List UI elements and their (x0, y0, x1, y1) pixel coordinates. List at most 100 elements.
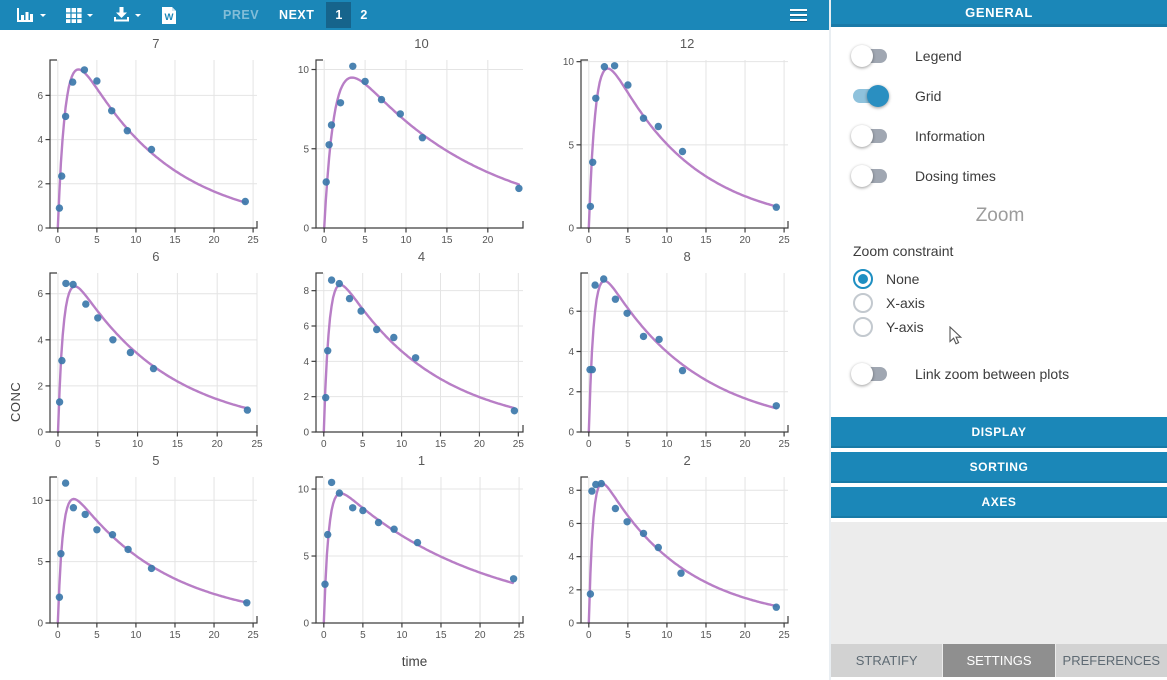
toggle-information-switch[interactable] (853, 129, 887, 143)
svg-text:20: 20 (208, 630, 220, 641)
toggle-information-label: Information (915, 128, 985, 144)
svg-text:2: 2 (569, 585, 575, 596)
svg-text:2: 2 (569, 387, 575, 398)
radio-icon (853, 269, 873, 289)
svg-text:15: 15 (169, 235, 181, 246)
radio-option-x-axis[interactable]: X-axis (853, 291, 1147, 315)
radio-option-none[interactable]: None (853, 267, 1147, 291)
svg-text:6: 6 (569, 307, 575, 318)
accordion-axes[interactable]: AXES (831, 487, 1167, 518)
chevron-down-icon (40, 14, 46, 20)
svg-text:20: 20 (474, 439, 486, 450)
plot-title: 5 (16, 451, 274, 470)
plot-5[interactable]: 05101520250510 (16, 470, 269, 642)
svg-text:20: 20 (740, 235, 752, 246)
svg-text:0: 0 (55, 630, 61, 641)
prev-button[interactable]: PREV (223, 8, 259, 22)
word-doc-icon: W (161, 6, 177, 25)
table-view-button[interactable] (66, 7, 93, 23)
toggle-information-knob (851, 125, 873, 147)
svg-text:25: 25 (512, 439, 524, 450)
table-grid-icon (66, 7, 82, 23)
menu-button[interactable] (790, 9, 807, 22)
accordion-sorting[interactable]: SORTING (831, 452, 1167, 483)
toggle-link-zoom-knob (851, 363, 873, 385)
toggle-information[interactable]: Information (853, 125, 1147, 147)
toggle-grid-switch[interactable] (853, 89, 887, 103)
plot-cell: 605101520250246 (16, 247, 274, 451)
svg-text:0: 0 (586, 630, 592, 641)
toggle-dosing-times-switch[interactable] (853, 169, 887, 183)
toggle-legend-switch[interactable] (853, 49, 887, 63)
svg-text:0: 0 (586, 439, 592, 450)
svg-text:8: 8 (569, 486, 575, 497)
plot-6[interactable]: 05101520250246 (16, 266, 269, 451)
toggle-dosing-times-knob (851, 165, 873, 187)
plot-title: 7 (16, 34, 274, 53)
word-export-button[interactable]: W (161, 6, 177, 25)
svg-text:15: 15 (435, 630, 447, 641)
svg-text:W: W (165, 12, 174, 23)
svg-text:2: 2 (37, 381, 43, 392)
page-button-2[interactable]: 2 (351, 2, 376, 28)
svg-text:5: 5 (95, 439, 101, 450)
plot-grid: 7051015202502461005101520051012051015202… (0, 30, 829, 642)
plot-4[interactable]: 051015202502468 (282, 266, 535, 451)
plot-10[interactable]: 051015200510 (282, 53, 535, 247)
svg-text:10: 10 (132, 439, 144, 450)
plot-cell: 4051015202502468 (282, 247, 540, 451)
svg-text:20: 20 (208, 235, 220, 246)
download-button[interactable] (113, 7, 141, 23)
toggle-link-zoom[interactable]: Link zoom between plots (853, 363, 1147, 385)
plot-1[interactable]: 05101520250510 (282, 470, 535, 642)
toggle-legend[interactable]: Legend (853, 45, 1147, 67)
svg-text:4: 4 (569, 552, 575, 563)
panel-body: Legend Grid Information Dosing times Zoom Z… (831, 27, 1167, 417)
svg-text:4: 4 (37, 335, 43, 346)
svg-text:10: 10 (662, 439, 674, 450)
svg-text:0: 0 (37, 428, 43, 439)
svg-text:4: 4 (569, 347, 575, 358)
app-root: W PREV NEXT 12 CONC 70510152025024610051… (0, 0, 1167, 680)
toggle-dosing-times[interactable]: Dosing times (853, 165, 1147, 187)
svg-text:10: 10 (130, 235, 142, 246)
chevron-down-icon (87, 14, 93, 20)
toggle-grid[interactable]: Grid (853, 85, 1147, 107)
svg-text:15: 15 (701, 235, 713, 246)
panel-header-general[interactable]: GENERAL (831, 0, 1167, 27)
zoom-section-title: Zoom (853, 205, 1147, 227)
tab-preferences[interactable]: PREFERENCES (1056, 644, 1167, 677)
plot-cell: 105101520250510 (282, 451, 540, 642)
svg-text:4: 4 (303, 357, 309, 368)
plot-2[interactable]: 051015202502468 (547, 470, 800, 642)
plot-12[interactable]: 05101520250510 (547, 53, 800, 247)
plot-title: 8 (547, 247, 805, 266)
page-button-1[interactable]: 1 (326, 2, 351, 28)
hamburger-icon (790, 19, 807, 22)
x-axis-label: time (0, 654, 829, 669)
tab-stratify[interactable]: STRATIFY (831, 644, 942, 677)
svg-text:15: 15 (441, 235, 453, 246)
svg-text:0: 0 (303, 224, 309, 235)
next-button[interactable]: NEXT (279, 8, 314, 22)
tab-settings[interactable]: SETTINGS (943, 644, 1054, 677)
svg-text:25: 25 (248, 630, 260, 641)
svg-text:0: 0 (37, 224, 43, 235)
plot-8[interactable]: 05101520250246 (547, 266, 800, 451)
svg-text:5: 5 (360, 439, 366, 450)
radio-label: None (886, 271, 919, 287)
svg-text:6: 6 (303, 322, 309, 333)
plot-7[interactable]: 05101520250246 (16, 53, 269, 247)
toggle-link-zoom-switch[interactable] (853, 367, 887, 381)
plot-cell: 705101520250246 (16, 34, 274, 247)
svg-text:10: 10 (662, 630, 674, 641)
download-icon (113, 7, 130, 23)
svg-text:15: 15 (172, 439, 184, 450)
toggle-grid-knob (867, 85, 889, 107)
radio-option-y-axis[interactable]: Y-axis (853, 315, 1147, 339)
zoom-constraint-label: Zoom constraint (853, 243, 1147, 259)
svg-text:5: 5 (625, 235, 631, 246)
svg-text:10: 10 (130, 630, 142, 641)
accordion-display[interactable]: DISPLAY (831, 417, 1167, 448)
plot-type-button[interactable] (16, 7, 46, 24)
